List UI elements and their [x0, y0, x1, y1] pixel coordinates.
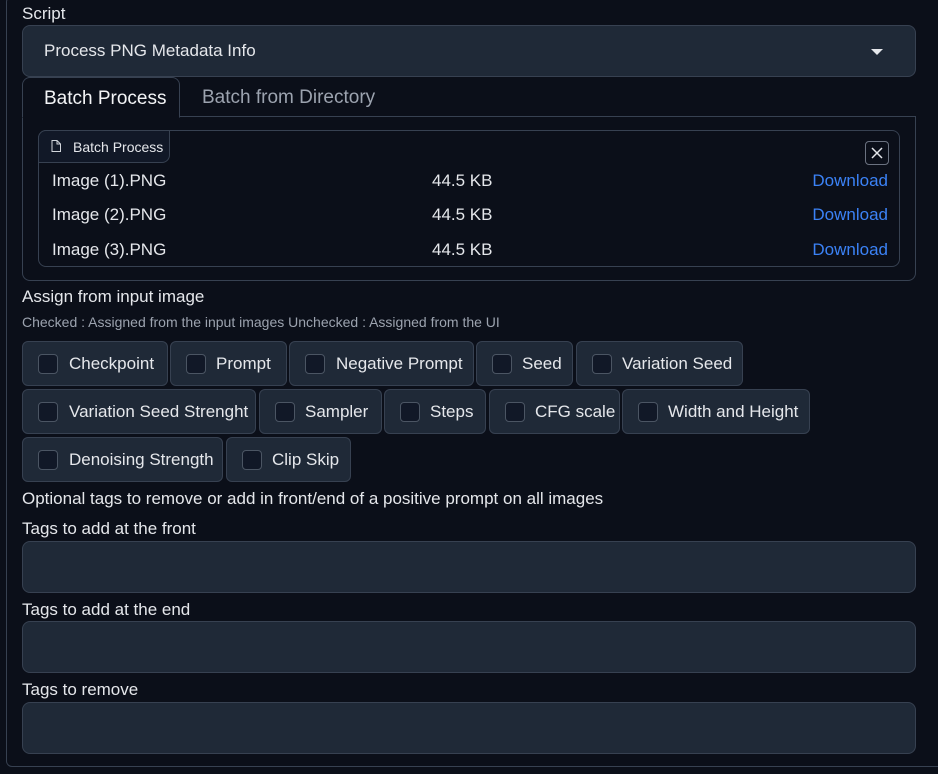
file-row: Image (1).PNG 44.5 KB Download	[39, 171, 901, 201]
checkbox-box[interactable]	[505, 402, 525, 422]
checkbox-width-and-height[interactable]: Width and Height	[622, 389, 810, 434]
checkbox-box[interactable]	[38, 354, 58, 374]
file-badge-label: Batch Process	[73, 139, 164, 155]
checkbox-seed[interactable]: Seed	[476, 341, 573, 386]
tags-end-label: Tags to add at the end	[22, 600, 191, 619]
checkbox-label: Variation Seed	[622, 354, 733, 373]
file-upload-list: Batch Process Image (1).PNG 44.5 KB Down…	[38, 130, 900, 267]
file-icon	[51, 140, 61, 152]
chevron-down-icon	[871, 49, 883, 55]
checkbox-prompt[interactable]: Prompt	[170, 341, 287, 386]
tags-front-label: Tags to add at the front	[22, 519, 196, 538]
checkbox-cfg-scale[interactable]: CFG scale	[489, 389, 620, 434]
checkbox-label: Steps	[430, 402, 474, 421]
checkbox-box[interactable]	[275, 402, 295, 422]
checkbox-box[interactable]	[38, 450, 58, 470]
file-size: 44.5 KB	[432, 171, 493, 190]
file-size: 44.5 KB	[432, 205, 493, 224]
tab-divider	[180, 116, 916, 117]
tags-title: Optional tags to remove or add in front/…	[22, 489, 604, 508]
checkbox-clip-skip[interactable]: Clip Skip	[226, 437, 351, 482]
checkbox-label: Variation Seed Strenght	[69, 402, 249, 421]
file-row: Image (2).PNG 44.5 KB Download	[39, 205, 901, 235]
checkbox-label: Denoising Strength	[69, 450, 214, 469]
file-name: Image (3).PNG	[52, 240, 167, 259]
assign-hint: Checked : Assigned from the input images…	[22, 314, 500, 330]
tags-remove-input[interactable]	[22, 702, 916, 754]
checkbox-variation-seed[interactable]: Variation Seed	[576, 341, 743, 386]
file-badge: Batch Process	[38, 130, 170, 163]
checkbox-variation-seed-strength[interactable]: Variation Seed Strenght	[22, 389, 256, 434]
checkbox-sampler[interactable]: Sampler	[259, 389, 382, 434]
tags-remove-label: Tags to remove	[22, 680, 139, 699]
download-link[interactable]: Download	[812, 171, 888, 191]
checkbox-box[interactable]	[638, 402, 658, 422]
download-link[interactable]: Download	[812, 205, 888, 225]
tab-batch-from-directory[interactable]: Batch from Directory	[202, 87, 375, 109]
checkbox-label: Clip Skip	[272, 450, 340, 469]
checkbox-box[interactable]	[592, 354, 612, 374]
checkbox-label: Checkpoint	[69, 354, 155, 373]
file-name: Image (1).PNG	[52, 171, 167, 190]
script-label: Script	[22, 4, 66, 23]
clear-files-button[interactable]	[865, 141, 889, 165]
checkbox-label: Prompt	[216, 354, 271, 373]
file-size: 44.5 KB	[432, 240, 493, 259]
script-dropdown-value: Process PNG Metadata Info	[44, 41, 256, 60]
checkbox-label: CFG scale	[535, 402, 616, 421]
checkbox-box[interactable]	[38, 402, 58, 422]
close-icon	[871, 147, 883, 159]
tags-front-input[interactable]	[22, 541, 916, 593]
assign-title: Assign from input image	[22, 287, 205, 306]
checkbox-label: Negative Prompt	[336, 354, 463, 373]
checkbox-label: Seed	[522, 354, 562, 373]
checkbox-box[interactable]	[400, 402, 420, 422]
checkbox-denoising-strength[interactable]: Denoising Strength	[22, 437, 223, 482]
checkbox-label: Width and Height	[668, 402, 799, 421]
download-link[interactable]: Download	[812, 240, 888, 260]
checkbox-steps[interactable]: Steps	[384, 389, 486, 434]
tab-batch-process[interactable]: Batch Process	[22, 77, 180, 118]
checkbox-negative-prompt[interactable]: Negative Prompt	[289, 341, 474, 386]
file-name: Image (2).PNG	[52, 205, 167, 224]
checkbox-checkpoint[interactable]: Checkpoint	[22, 341, 168, 386]
file-row: Image (3).PNG 44.5 KB Download	[39, 240, 901, 270]
tab-batch-process-label: Batch Process	[44, 88, 167, 109]
checkbox-label: Sampler	[305, 402, 369, 421]
script-dropdown[interactable]: Process PNG Metadata Info	[22, 25, 916, 77]
checkbox-box[interactable]	[305, 354, 325, 374]
tags-end-input[interactable]	[22, 621, 916, 673]
checkbox-box[interactable]	[186, 354, 206, 374]
checkbox-box[interactable]	[242, 450, 262, 470]
checkbox-box[interactable]	[492, 354, 512, 374]
